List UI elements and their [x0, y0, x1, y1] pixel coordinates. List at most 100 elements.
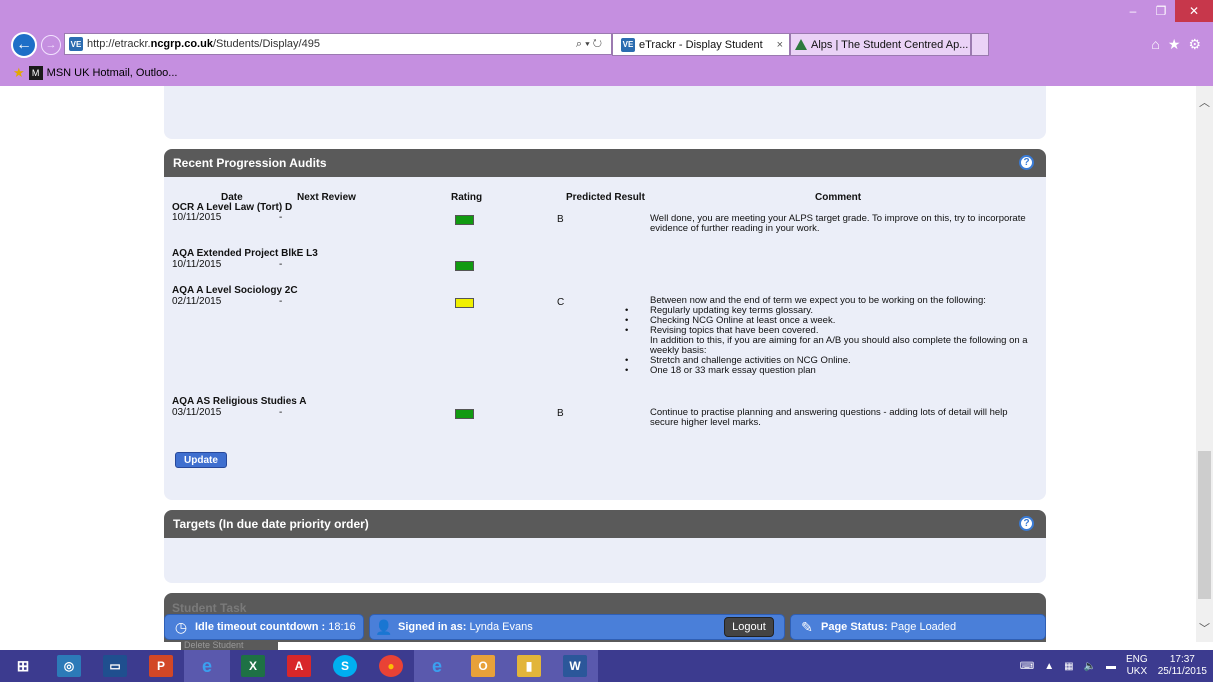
outlook-icon[interactable]: O [460, 650, 506, 682]
tab-label: Alps | The Student Centred Ap... [811, 38, 969, 51]
lenovo-app-icon[interactable]: ▭ [92, 650, 138, 682]
delete-student-button[interactable]: Delete Student [181, 640, 278, 650]
system-tray: ⌨ ▲ ▦ 🔈 ▬ ENG UKX 17:37 25/11/2015 [1020, 650, 1207, 682]
help-icon[interactable]: ? [1019, 516, 1034, 531]
help-icon[interactable]: ? [1019, 155, 1034, 170]
targets-panel-header: Targets (In due date priority order) ? [164, 510, 1046, 538]
acrobat-icon[interactable]: A [276, 650, 322, 682]
page-status-label: Page Status: [821, 621, 888, 633]
user-icon: 👤 [375, 618, 393, 635]
lang-bottom: UKX [1126, 666, 1148, 677]
add-favorite-icon[interactable]: ★ [13, 65, 25, 81]
internet-explorer-2-icon[interactable]: e [414, 650, 460, 682]
comment-bullets: Stretch and challenge activities on NCG … [625, 356, 1035, 377]
rating-indicator [455, 261, 474, 271]
audit-course: AQA A Level Sociology 2C [172, 285, 298, 296]
volume-icon[interactable]: 🔈 [1084, 661, 1096, 672]
audit-course: AQA AS Religious Studies A [172, 396, 307, 407]
windows-start-icon[interactable]: ⊞ [0, 650, 46, 682]
comment-mid: In addition to this, if you are aiming f… [650, 335, 1028, 356]
minimize-icon[interactable]: – [1119, 0, 1147, 22]
skype-icon[interactable]: S [322, 650, 368, 682]
msn-icon: M [28, 66, 43, 80]
lang-top: ENG [1126, 654, 1148, 665]
audit-comment: Well done, you are meeting your ALPS tar… [650, 213, 1026, 234]
idle-label: Idle timeout countdown : [195, 621, 326, 633]
audits-title: Recent Progression Audits [173, 156, 327, 170]
predicted-result: B [557, 408, 564, 419]
idle-timeout-status: ◷ Idle timeout countdown : 18:16 [164, 614, 364, 640]
update-button[interactable]: Update [175, 452, 227, 468]
gear-icon[interactable]: ⚙ [1188, 36, 1201, 53]
clock-date: 25/11/2015 [1157, 666, 1207, 677]
audit-next-review: - [279, 296, 283, 307]
new-tab-button[interactable] [971, 33, 989, 56]
scroll-thumb[interactable] [1198, 451, 1211, 599]
favorites-bar: ★ M MSN UK Hotmail, Outloo... [0, 62, 1213, 84]
hp-app-icon[interactable]: ◎ [46, 650, 92, 682]
col-predicted: Predicted Result [566, 192, 645, 203]
favorites-star-icon[interactable]: ★ [1168, 36, 1181, 53]
comment-bullet: One 18 or 33 mark essay question plan [625, 366, 1035, 377]
predicted-result: C [557, 297, 565, 308]
comment-bullets: Regularly updating key terms glossary. C… [625, 306, 1035, 337]
tab-alps[interactable]: Alps | The Student Centred Ap... [790, 33, 971, 56]
col-comment: Comment [815, 192, 862, 203]
audit-course: AQA Extended Project BlkE L3 [172, 248, 318, 259]
signed-in-status: 👤 Signed in as: Lynda Evans Logout [369, 614, 785, 640]
etrackr-site-icon: VE [69, 37, 83, 51]
close-window-icon[interactable]: ✕ [1175, 0, 1213, 22]
address-bar[interactable]: VE http://etrackr.ncgrp.co.uk/Students/D… [64, 33, 612, 55]
back-arrow-icon[interactable]: ← [11, 32, 37, 58]
audit-comment: Between now and the end of term we expec… [625, 296, 1035, 377]
search-refresh-icon[interactable]: ⌕ ▾ ↻ [567, 38, 611, 51]
language-indicator[interactable]: ENG UKX [1126, 654, 1148, 678]
logout-button[interactable]: Logout [724, 617, 774, 637]
tab-close-icon[interactable]: × [777, 39, 783, 51]
predicted-result: B [557, 214, 564, 225]
powerpoint-icon[interactable]: P [138, 650, 184, 682]
scroll-up-icon[interactable]: ︿ [1199, 94, 1210, 110]
forward-arrow-icon[interactable]: → [41, 35, 61, 55]
clock-time: 17:37 [1169, 654, 1195, 665]
browser-tools: ⌂ ★ ⚙ [1151, 36, 1201, 53]
audit-next-review: - [279, 407, 283, 418]
network-icon[interactable]: ▦ [1064, 661, 1073, 672]
browser-chrome: – ❐ ✕ ← → VE http://etrackr.ncgrp.co.uk/… [0, 0, 1213, 86]
signed-label: Signed in as: [398, 621, 467, 633]
previous-panel [164, 86, 1046, 139]
windows-taskbar: ⊞ ◎ ▭ P e X A S ● e O ▮ W ⌨ ▲ ▦ 🔈 ▬ ENG … [0, 650, 1213, 682]
window-controls: – ❐ ✕ [1119, 0, 1213, 24]
rating-indicator [455, 215, 474, 225]
scroll-down-icon[interactable]: ﹀ [1199, 620, 1210, 636]
tab-label: eTrackr - Display Student [639, 38, 763, 51]
audit-comment: Continue to practise planning and answer… [650, 407, 1008, 428]
notification-icon[interactable]: ▬ [1106, 661, 1116, 672]
page-status: ✎ Page Status: Page Loaded [790, 614, 1046, 640]
idle-value: 18:16 [328, 621, 356, 633]
alps-tab-icon [795, 39, 807, 50]
url-text: http://etrackr.ncgrp.co.uk/Students/Disp… [87, 38, 320, 50]
etrackr-tab-icon: VE [621, 37, 635, 52]
signed-user: Lynda Evans [469, 621, 533, 633]
audit-next-review: - [279, 259, 283, 270]
tab-etrackr[interactable]: VE eTrackr - Display Student × [612, 33, 790, 56]
audit-date: 10/11/2015 [172, 259, 222, 270]
restore-icon[interactable]: ❐ [1147, 0, 1175, 22]
chrome-icon[interactable]: ● [368, 650, 414, 682]
file-explorer-icon[interactable]: ▮ [506, 650, 552, 682]
page-scrollbar[interactable]: ︿ ﹀ [1196, 86, 1213, 642]
favorite-link-msn[interactable]: MSN UK Hotmail, Outloo... [47, 67, 178, 79]
col-next-review: Next Review [297, 192, 356, 203]
home-icon[interactable]: ⌂ [1151, 36, 1159, 53]
audits-panel-header: Recent Progression Audits ? [164, 149, 1046, 177]
clock[interactable]: 17:37 25/11/2015 [1158, 654, 1207, 678]
rating-indicator [455, 298, 474, 308]
show-hidden-icons-icon[interactable]: ▲ [1044, 661, 1054, 672]
clock-icon: ◷ [174, 618, 188, 635]
internet-explorer-icon[interactable]: e [184, 650, 230, 682]
keyboard-icon[interactable]: ⌨ [1020, 661, 1034, 672]
comment-bullet: Revising topics that have been covered. [625, 326, 1035, 337]
word-icon[interactable]: W [552, 650, 598, 682]
excel-icon[interactable]: X [230, 650, 276, 682]
